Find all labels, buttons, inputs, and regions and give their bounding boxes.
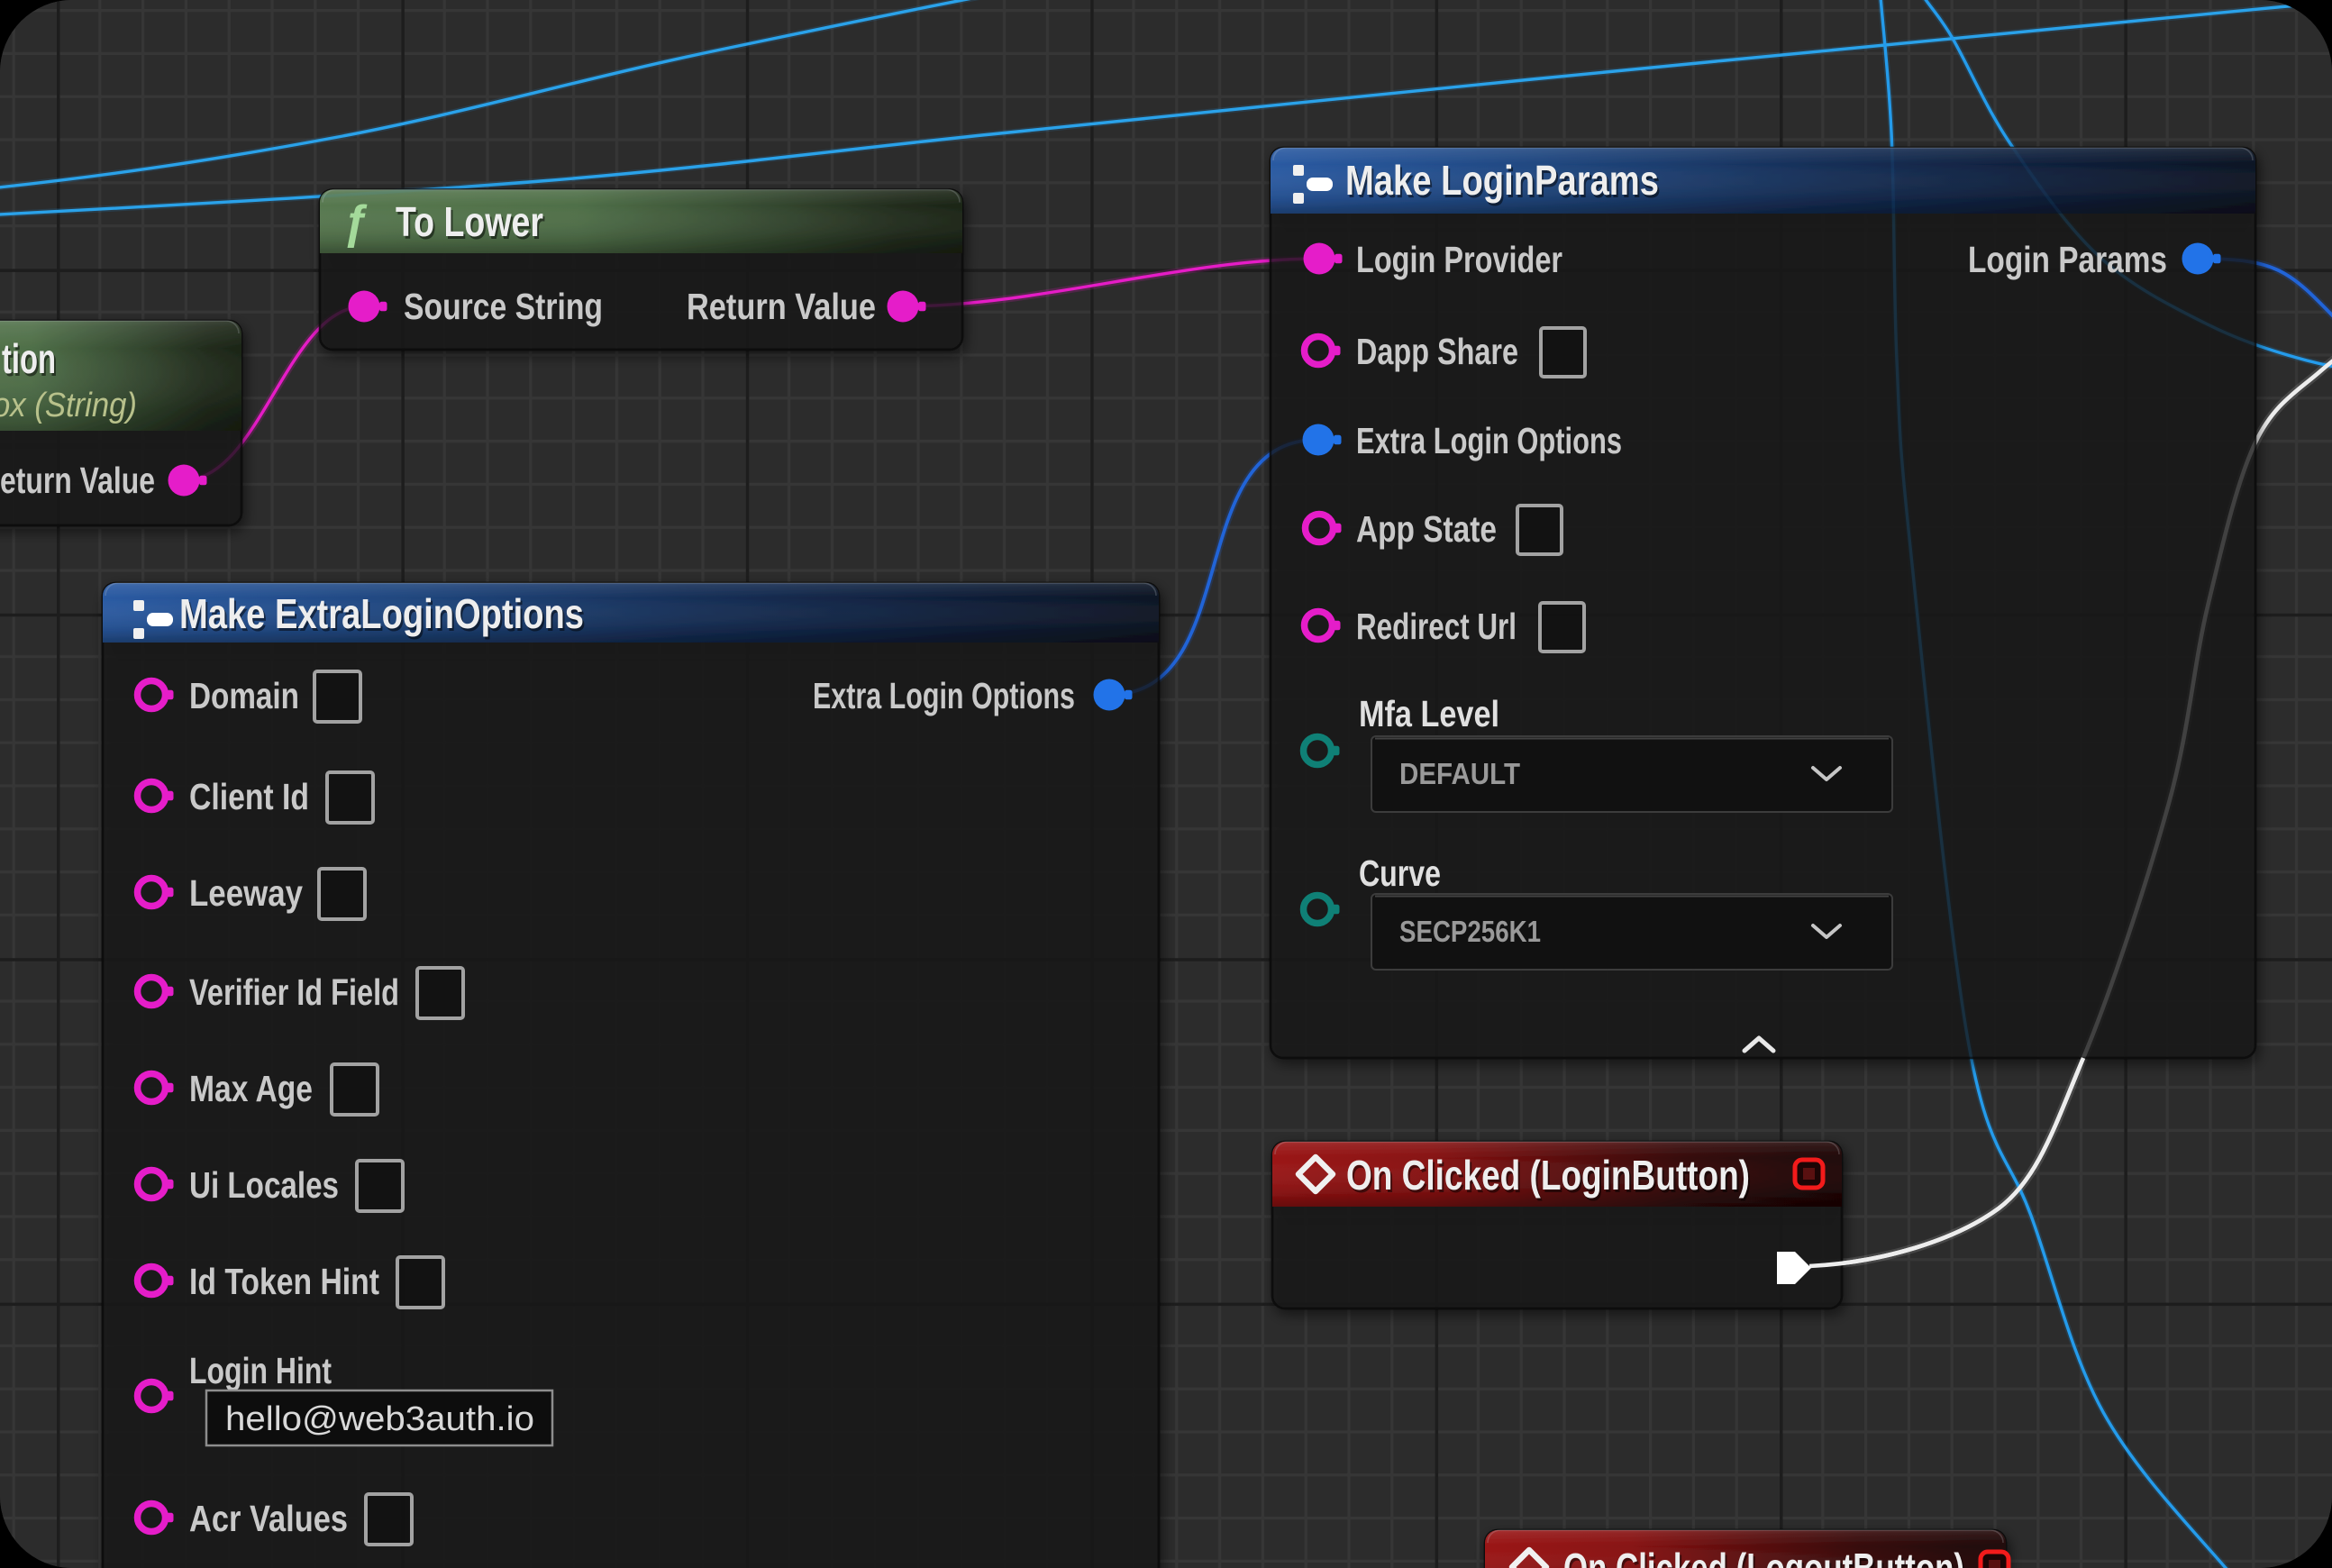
svg-text:On Clicked (LoginButton): On Clicked (LoginButton) [1346, 1152, 1750, 1199]
svg-text:eturn Value: eturn Value [0, 460, 155, 501]
svg-text:Source String: Source String [404, 286, 603, 327]
svg-text:To Lower: To Lower [396, 198, 543, 245]
svg-text:Make LoginParams: Make LoginParams [1345, 157, 1659, 204]
svg-text:hello@web3auth.io: hello@web3auth.io [225, 1400, 534, 1438]
svg-text:App State: App State [1356, 508, 1497, 550]
svg-text:ƒ: ƒ [342, 196, 369, 249]
svg-text:ox (String): ox (String) [0, 387, 137, 424]
svg-text:tion: tion [2, 335, 56, 382]
svg-text:Redirect Url: Redirect Url [1356, 606, 1517, 647]
svg-text:Leeway: Leeway [189, 872, 303, 914]
svg-text:Login Provider: Login Provider [1356, 239, 1562, 280]
svg-text:Extra Login Options: Extra Login Options [813, 675, 1075, 716]
svg-text:Return Value: Return Value [687, 286, 876, 327]
svg-text:Acr Values: Acr Values [189, 1498, 348, 1539]
svg-text:Login Params: Login Params [1968, 239, 2167, 280]
svg-text:Client Id: Client Id [189, 776, 309, 817]
svg-text:Make ExtraLoginOptions: Make ExtraLoginOptions [179, 590, 584, 637]
svg-text:Verifier Id Field: Verifier Id Field [189, 971, 399, 1013]
svg-text:Ui Locales: Ui Locales [189, 1164, 339, 1206]
svg-text:SECP256K1: SECP256K1 [1399, 915, 1541, 948]
svg-text:Max Age: Max Age [189, 1068, 313, 1109]
svg-text:Extra Login Options: Extra Login Options [1356, 420, 1622, 461]
svg-text:Id Token Hint: Id Token Hint [189, 1261, 379, 1302]
svg-text:Domain: Domain [189, 675, 299, 716]
svg-text:DEFAULT: DEFAULT [1399, 757, 1520, 790]
svg-text:Mfa Level: Mfa Level [1359, 693, 1499, 734]
svg-text:Login Hint: Login Hint [189, 1350, 332, 1391]
svg-text:Curve: Curve [1359, 852, 1441, 894]
svg-text:Dapp Share: Dapp Share [1356, 331, 1518, 372]
svg-text:On Clicked (LogoutButton): On Clicked (LogoutButton) [1563, 1545, 1964, 1568]
